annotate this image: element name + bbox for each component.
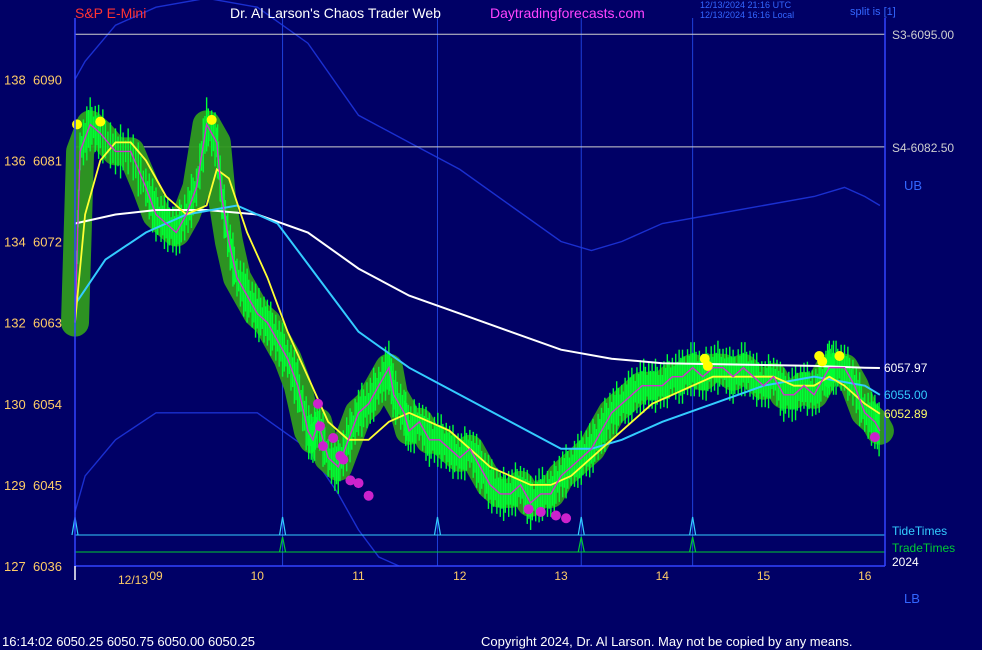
magenta-dot-10	[535, 506, 546, 517]
yellow-dot-2	[206, 114, 217, 125]
y-tick-a-2: 134	[4, 235, 26, 250]
yellow-dot-6	[817, 356, 828, 367]
y-tick-a-4: 130	[4, 397, 26, 412]
level-label-0: S3-6095.00	[892, 28, 954, 42]
magenta-dot-7	[353, 478, 364, 489]
y-tick-b-6: 6036	[33, 559, 62, 574]
x-tick-1: 10	[251, 569, 265, 583]
x-tick-2: 11	[352, 569, 365, 583]
chart-canvas: S3-6095.00 S4-6082.50 TideTimes TradeTimes 1…	[4, 0, 955, 587]
magenta-dot-12	[561, 513, 572, 524]
chart-title: Dr. Al Larson's Chaos Trader Web	[230, 5, 441, 21]
magenta-dot-8	[363, 490, 374, 501]
y-tick-b-1: 6081	[33, 153, 62, 168]
magenta-dot-9	[523, 504, 534, 515]
time-utc: 12/13/2024 21:16 UTC	[700, 0, 792, 10]
yellow-dot-1	[95, 116, 106, 127]
white-average-line	[74, 209, 880, 369]
y-tick-a-5: 129	[4, 478, 26, 493]
x-tick-6: 15	[757, 569, 771, 583]
site-link[interactable]: Daytradingforecasts.com	[490, 5, 645, 21]
split-label: split is [1]	[850, 6, 896, 18]
yellow-dot-4	[702, 360, 713, 371]
magenta-dot-1	[315, 421, 326, 432]
quote-readout: 16:14:02 6050.25 6050.75 6050.00 6050.25	[2, 634, 256, 649]
x-tick-3: 12	[453, 569, 467, 583]
yellow-dot-7	[834, 350, 845, 361]
copyright: Copyright 2024, Dr. Al Larson. May not b…	[481, 634, 853, 649]
right-value-1: 6055.00	[884, 388, 928, 402]
x-date-label: 12/13	[118, 573, 148, 587]
symbol-label: S&P E-Mini	[75, 5, 147, 21]
x-tick-4: 13	[554, 569, 568, 583]
time-local: 12/13/2024 16:16 Local	[700, 10, 795, 20]
y-tick-b-2: 6072	[33, 235, 62, 250]
lower-band-label: LB	[904, 591, 920, 606]
magenta-dot-2	[318, 441, 329, 452]
y-tick-b-3: 6063	[33, 316, 62, 331]
trade-times-label: TradeTimes	[892, 541, 955, 555]
magenta-dot-13	[869, 432, 880, 443]
right-value-2: 6052.89	[884, 407, 928, 421]
y-tick-b-5: 6045	[33, 478, 62, 493]
x-tick-5: 14	[656, 569, 670, 583]
x-year-label: 2024	[892, 555, 919, 569]
y-tick-a-6: 127	[4, 559, 26, 574]
y-tick-b-4: 6054	[33, 397, 62, 412]
magenta-dot-3	[328, 433, 339, 444]
upper-band-label: UB	[904, 178, 923, 193]
x-tick-7: 16	[858, 569, 872, 583]
chart-window: S3-6095.00 S4-6082.50 TideTimes TradeTimes 1…	[0, 0, 982, 650]
y-tick-a-3: 132	[4, 316, 26, 331]
y-tick-a-0: 138	[4, 72, 26, 87]
level-label-1: S4-6082.50	[892, 141, 954, 155]
tide-times-label: TideTimes	[892, 524, 947, 538]
x-tick-0: 09	[149, 569, 163, 583]
y-tick-a-1: 136	[4, 153, 26, 168]
magenta-dot-11	[550, 510, 561, 521]
magenta-dot-0	[313, 398, 323, 409]
yellow-dot-0	[72, 119, 83, 130]
magenta-dot-5	[338, 454, 349, 465]
y-tick-b-0: 6090	[33, 72, 62, 87]
right-value-0: 6057.97	[884, 361, 928, 375]
